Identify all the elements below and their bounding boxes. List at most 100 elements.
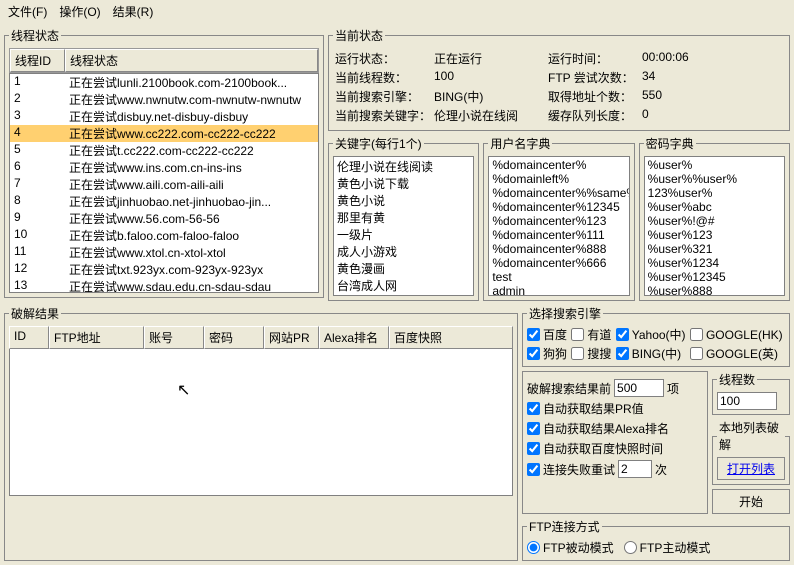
engine-googleen[interactable]: GOOGLE(英) (690, 345, 785, 362)
table-row[interactable]: 13正在尝试www.sdau.edu.cn-sdau-sdau (10, 278, 318, 293)
col-ftp[interactable]: FTP地址 (49, 326, 144, 349)
engine-baidu-checkbox[interactable] (527, 328, 540, 341)
list-item[interactable]: %domaincenter%%same% (490, 186, 627, 200)
engine-youdao-checkbox[interactable] (571, 328, 584, 341)
table-row[interactable]: 9正在尝试www.56.com-56-56 (10, 210, 318, 227)
menu-result[interactable]: 结果(R) (113, 3, 154, 20)
list-item[interactable]: admin (490, 284, 627, 296)
crack-results-body[interactable] (9, 349, 513, 496)
engine-sogou[interactable]: 狗狗 (527, 345, 569, 362)
open-list-link[interactable]: 打开列表 (727, 462, 775, 476)
list-item[interactable]: %user% (646, 158, 783, 172)
thread-list[interactable]: 1正在尝试lunli.2100book.com-2100book...2正在尝试… (9, 73, 319, 293)
table-row[interactable]: 11正在尝试www.xtol.cn-xtol-xtol (10, 244, 318, 261)
list-item[interactable]: 黄色小说下载 (335, 175, 472, 192)
engine-googlehk-checkbox[interactable] (690, 328, 703, 341)
table-row[interactable]: 5正在尝试t.cc222.com-cc222-cc222 (10, 142, 318, 159)
list-item[interactable]: %user%888 (646, 284, 783, 296)
passdict-listbox[interactable]: %user%%user%%user%123%user%%user%abc%use… (644, 156, 785, 296)
col-id[interactable]: ID (9, 326, 49, 349)
engine-bing-checkbox[interactable] (616, 347, 629, 360)
auto-snap-checkbox[interactable] (527, 442, 540, 455)
list-item[interactable]: %domaincenter% (490, 158, 627, 172)
table-row[interactable]: 7正在尝试www.aili.com-aili-aili (10, 176, 318, 193)
list-item[interactable]: 一级片 (335, 226, 472, 243)
before-input[interactable] (614, 379, 664, 397)
local-list-legend: 本地列表破解 (717, 419, 785, 453)
menu-file[interactable]: 文件(F) (8, 3, 47, 20)
ftp-mode-legend: FTP连接方式 (527, 518, 602, 535)
list-item[interactable]: 黄色电影网站 (335, 294, 472, 296)
table-row[interactable]: 3正在尝试disbuy.net-disbuy-disbuy (10, 108, 318, 125)
table-row[interactable]: 2正在尝试www.nwnutw.com-nwnutw-nwnutw (10, 91, 318, 108)
list-item[interactable]: %user%321 (646, 242, 783, 256)
list-item[interactable]: 伦理小说在线阅读 (335, 158, 472, 175)
keyword-listbox[interactable]: 伦理小说在线阅读黄色小说下载黄色小说那里有黄一级片成人小游戏黄色漫画台湾成人网黄… (333, 156, 474, 296)
col-user[interactable]: 账号 (144, 326, 204, 349)
engine-googleen-checkbox[interactable] (690, 347, 703, 360)
list-item[interactable]: %domainleft% (490, 172, 627, 186)
threadcount-input[interactable] (717, 392, 777, 410)
list-item[interactable]: %user%1234 (646, 256, 783, 270)
keyword-group: 关键字(每行1个) 伦理小说在线阅读黄色小说下载黄色小说那里有黄一级片成人小游戏… (328, 135, 479, 301)
list-item[interactable]: %domaincenter%123 (490, 214, 627, 228)
menu-bar: 文件(F) 操作(O) 结果(R) (0, 0, 794, 23)
engine-sogou-checkbox[interactable] (527, 347, 540, 360)
table-row[interactable]: 8正在尝试jinhuobao.net-jinhuobao-jin... (10, 193, 318, 210)
menu-op[interactable]: 操作(O) (59, 3, 100, 20)
engine-soso-checkbox[interactable] (571, 347, 584, 360)
col-snap[interactable]: 百度快照 (389, 326, 513, 349)
auto-pr-checkbox[interactable] (527, 402, 540, 415)
table-row[interactable]: 10正在尝试b.faloo.com-faloo-faloo (10, 227, 318, 244)
cell-state: 正在尝试jinhuobao.net-jinhuobao-jin... (65, 193, 318, 210)
engine-soso[interactable]: 搜搜 (571, 345, 613, 362)
engine-youdao[interactable]: 有道 (571, 326, 613, 343)
col-thread-id[interactable]: 线程ID (10, 49, 65, 72)
start-button[interactable]: 开始 (712, 489, 790, 514)
col-pr[interactable]: 网站PR (264, 326, 319, 349)
list-item[interactable]: %user%abc (646, 200, 783, 214)
list-item[interactable]: 123%user% (646, 186, 783, 200)
engine-googlehk[interactable]: GOOGLE(HK) (690, 326, 785, 343)
list-item[interactable]: 黄色漫画 (335, 260, 472, 277)
list-item[interactable]: 黄色小说 (335, 192, 472, 209)
gotaddr-value: 550 (642, 88, 783, 105)
table-row[interactable]: 1正在尝试lunli.2100book.com-2100book... (10, 74, 318, 91)
auto-alexa[interactable]: 自动获取结果Alexa排名 (527, 420, 703, 437)
table-row[interactable]: 4正在尝试www.cc222.com-cc222-cc222 (10, 125, 318, 142)
list-item[interactable]: %user%12345 (646, 270, 783, 284)
list-item[interactable]: 台湾成人网 (335, 277, 472, 294)
list-item[interactable]: 那里有黄 (335, 209, 472, 226)
ftp-active[interactable]: FTP主动模式 (624, 539, 711, 556)
engine-bing[interactable]: BING(中) (616, 345, 688, 362)
list-item[interactable]: %user%123 (646, 228, 783, 242)
table-row[interactable]: 12正在尝试txt.923yx.com-923yx-923yx (10, 261, 318, 278)
col-pass[interactable]: 密码 (204, 326, 264, 349)
engines-legend: 选择搜索引擎 (527, 305, 603, 322)
auto-snap[interactable]: 自动获取百度快照时间 (527, 440, 703, 457)
auto-alexa-checkbox[interactable] (527, 422, 540, 435)
retry[interactable]: 连接失败重试 (527, 461, 615, 478)
passdict-legend: 密码字典 (644, 135, 696, 152)
col-thread-state[interactable]: 线程状态 (65, 49, 318, 72)
col-alexa[interactable]: Alexa排名 (319, 326, 389, 349)
list-item[interactable]: test (490, 270, 627, 284)
list-item[interactable]: %domaincenter%888 (490, 242, 627, 256)
ftp-passive[interactable]: FTP被动模式 (527, 539, 614, 556)
engine-yahoo-checkbox[interactable] (616, 328, 629, 341)
retry-checkbox[interactable] (527, 463, 540, 476)
retry-input[interactable] (618, 460, 652, 478)
list-item[interactable]: %domaincenter%12345 (490, 200, 627, 214)
list-item[interactable]: %user%!@# (646, 214, 783, 228)
list-item[interactable]: 成人小游戏 (335, 243, 472, 260)
list-item[interactable]: %domaincenter%666 (490, 256, 627, 270)
list-item[interactable]: %user%%user% (646, 172, 783, 186)
ftp-active-radio[interactable] (624, 541, 637, 554)
list-item[interactable]: %domaincenter%111 (490, 228, 627, 242)
userdict-listbox[interactable]: %domaincenter%%domainleft%%domaincenter%… (488, 156, 629, 296)
ftp-passive-radio[interactable] (527, 541, 540, 554)
auto-pr[interactable]: 自动获取结果PR值 (527, 400, 703, 417)
engine-baidu[interactable]: 百度 (527, 326, 569, 343)
table-row[interactable]: 6正在尝试www.ins.com.cn-ins-ins (10, 159, 318, 176)
engine-yahoo[interactable]: Yahoo(中) (616, 326, 688, 343)
